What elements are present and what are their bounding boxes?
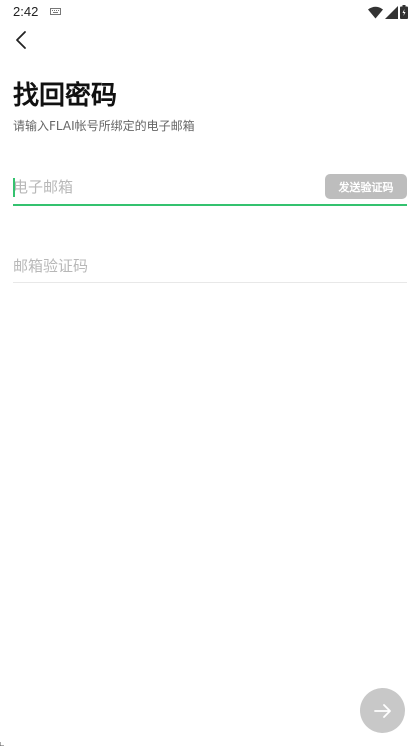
page-subtitle: 请输入FLAI帐号所绑定的电子邮箱	[13, 119, 195, 133]
arrow-right-icon	[373, 703, 391, 718]
next-button[interactable]	[360, 688, 405, 733]
email-field: 发送验证码	[13, 170, 407, 206]
send-code-button[interactable]: 发送验证码	[325, 174, 407, 199]
battery-icon	[400, 5, 408, 19]
keyboard-icon	[50, 8, 61, 15]
email-input[interactable]	[13, 171, 313, 203]
status-bar: 2:42	[0, 0, 420, 24]
verification-code-input[interactable]	[13, 250, 393, 282]
corner-mark	[0, 742, 4, 746]
signal-icon	[385, 5, 398, 19]
status-icons	[368, 5, 408, 19]
page-title: 找回密码	[13, 81, 118, 111]
verification-code-field	[13, 250, 407, 283]
back-button[interactable]	[8, 27, 34, 53]
chevron-left-icon	[16, 31, 26, 49]
wifi-icon	[368, 6, 383, 18]
text-cursor	[13, 178, 15, 197]
status-time: 2:42	[13, 4, 39, 19]
